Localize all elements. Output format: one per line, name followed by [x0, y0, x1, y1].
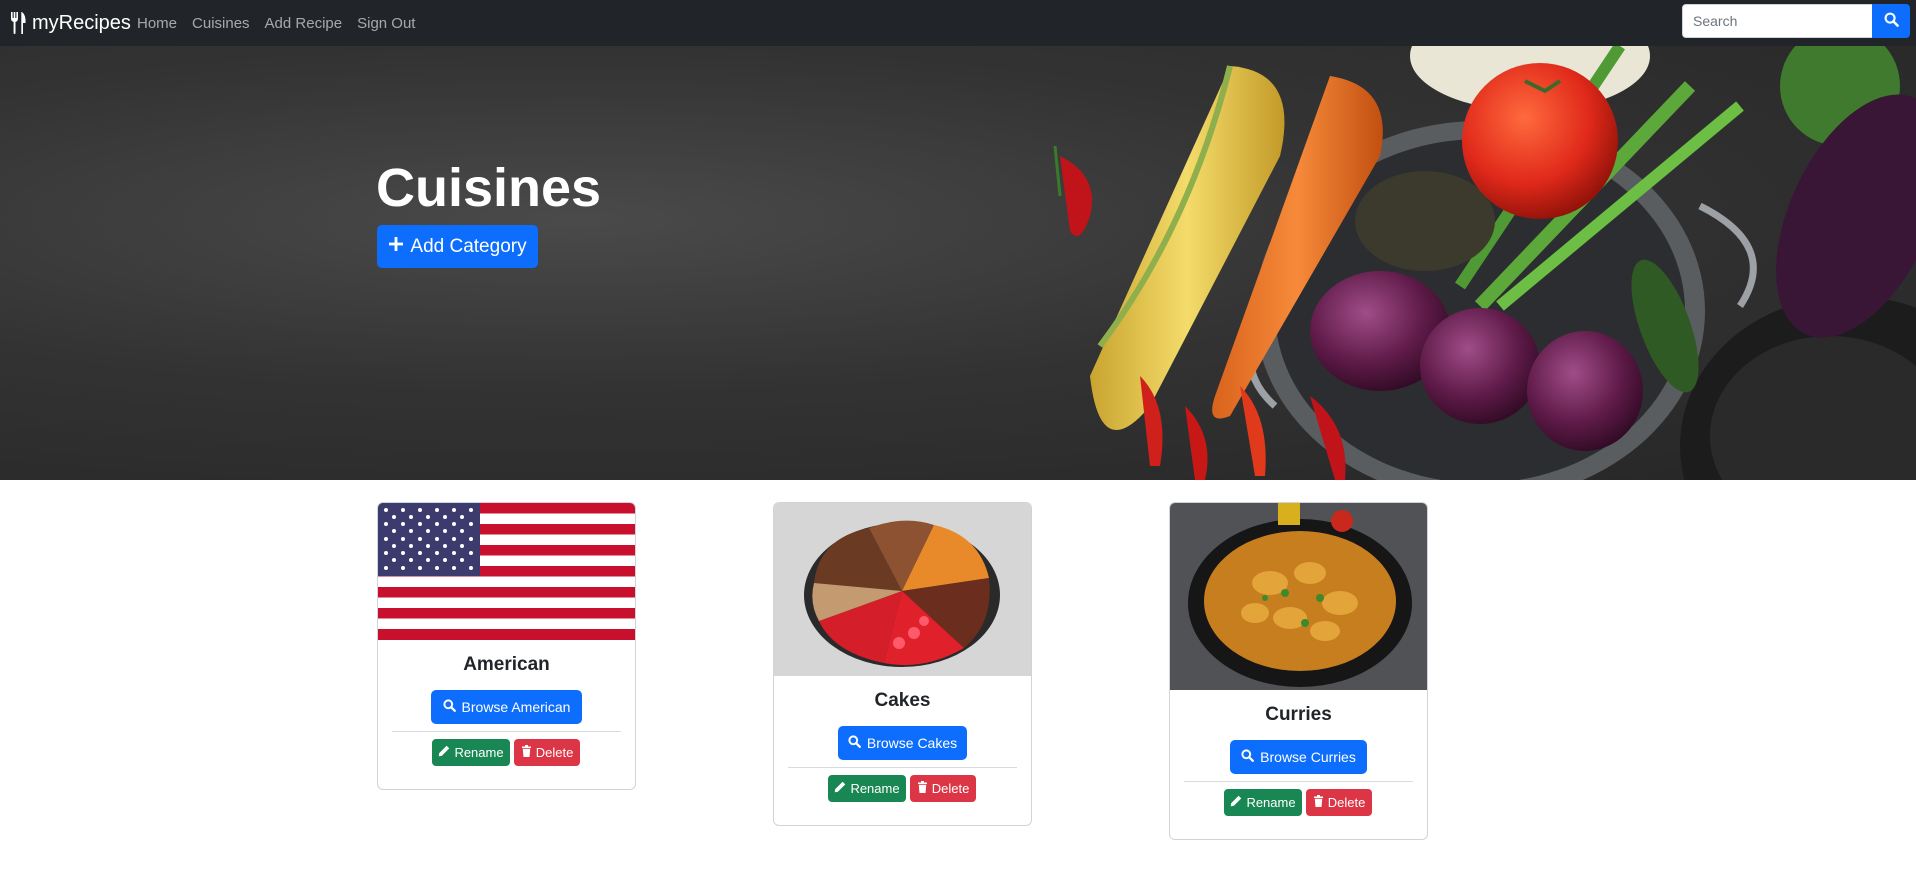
category-name: American — [463, 654, 550, 675]
delete-button[interactable]: Delete — [514, 739, 580, 766]
nav-cuisines[interactable]: Cuisines — [192, 15, 250, 32]
cakes-image — [774, 503, 1031, 676]
category-card-cakes: Cakes Browse Cakes Rename Delete — [773, 502, 1032, 826]
search-form — [1682, 4, 1910, 38]
rename-button[interactable]: Rename — [828, 775, 906, 802]
rename-label: Rename — [850, 781, 900, 796]
trash-icon — [917, 781, 928, 796]
trash-icon — [521, 745, 532, 760]
brand-name: myRecipes — [32, 11, 131, 34]
card-divider — [1184, 781, 1413, 782]
vegetables-image — [1053, 46, 1916, 480]
browse-label: Browse American — [461, 699, 571, 715]
delete-button[interactable]: Delete — [1306, 789, 1372, 816]
search-icon — [1884, 12, 1899, 30]
add-category-label: Add Category — [410, 235, 527, 257]
pencil-icon — [438, 745, 450, 760]
category-name: Curries — [1265, 704, 1332, 725]
nav-home[interactable]: Home — [137, 15, 177, 32]
pencil-icon — [1230, 795, 1242, 810]
category-card-curries: Curries Browse Curries Rename Delete — [1169, 502, 1428, 840]
search-icon — [442, 699, 456, 715]
pencil-icon — [834, 781, 846, 796]
american-flag-image — [378, 503, 635, 640]
card-divider — [392, 731, 621, 732]
rename-button[interactable]: Rename — [1224, 789, 1302, 816]
hero-banner: Cuisines Add Category — [0, 46, 1916, 480]
browse-curries-button[interactable]: Browse Curries — [1230, 740, 1367, 774]
curries-image — [1170, 503, 1427, 690]
rename-button[interactable]: Rename — [432, 739, 510, 766]
trash-icon — [1313, 795, 1324, 810]
rename-label: Rename — [454, 745, 504, 760]
add-category-button[interactable]: Add Category — [377, 225, 538, 268]
page-title: Cuisines — [376, 158, 602, 218]
navbar: myRecipes Home Cuisines Add Recipe Sign … — [0, 0, 1916, 46]
search-icon — [848, 735, 861, 751]
delete-label: Delete — [535, 745, 574, 760]
nav-add-recipe[interactable]: Add Recipe — [265, 15, 343, 32]
search-input[interactable] — [1682, 4, 1872, 38]
delete-label: Delete — [931, 781, 970, 796]
browse-label: Browse Cakes — [866, 735, 958, 751]
browse-cakes-button[interactable]: Browse Cakes — [838, 726, 967, 760]
nav-sign-out[interactable]: Sign Out — [357, 15, 415, 32]
delete-button[interactable]: Delete — [910, 775, 976, 802]
browse-american-button[interactable]: Browse American — [431, 690, 582, 724]
nav-links: Home Cuisines Add Recipe Sign Out — [137, 0, 415, 46]
category-card-american: American Browse American Rename Delete — [377, 502, 636, 790]
utensils-icon — [10, 12, 27, 34]
plus-icon — [388, 236, 404, 258]
browse-label: Browse Curries — [1260, 749, 1356, 765]
card-divider — [788, 767, 1017, 768]
search-button[interactable] — [1872, 4, 1910, 38]
brand-link[interactable]: myRecipes — [10, 10, 131, 36]
rename-label: Rename — [1246, 795, 1296, 810]
category-name: Cakes — [874, 690, 931, 711]
delete-label: Delete — [1327, 795, 1366, 810]
search-icon — [1241, 749, 1255, 765]
